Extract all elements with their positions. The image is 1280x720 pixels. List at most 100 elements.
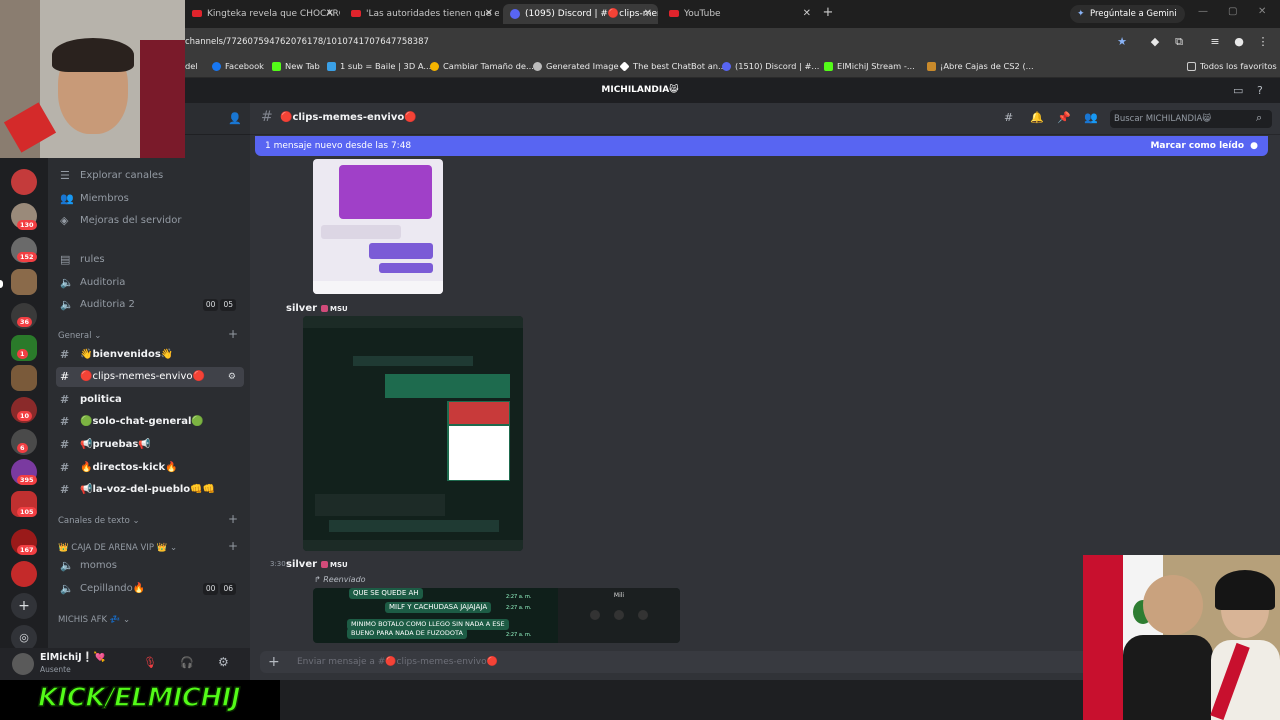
headphones-icon[interactable]: 🎧 [180,656,194,669]
bookmark[interactable]: (1510) Discord | #... [722,61,819,71]
voice-channel-auditoria[interactable]: 🔈 Auditoria [56,273,244,293]
channel-directos-kick[interactable]: # 🔥directos-kick🔥 [56,458,244,478]
unread-badge: 10 [17,411,33,421]
attach-plus-icon[interactable]: + [268,651,280,673]
voice-channel-momos[interactable]: 🔈 momos [56,556,244,576]
puzzle-icon[interactable]: ⧉ [1172,35,1186,49]
boost-icon: ◈ [60,214,69,227]
unread-badge: 395 [17,475,37,485]
search-input[interactable]: Buscar MICHILANDIA😸 [1110,110,1272,128]
message-image[interactable] [313,159,443,294]
close-tab-icon[interactable]: ✕ [485,4,493,24]
close-tab-icon[interactable]: ✕ [326,4,334,24]
url-field[interactable]: channels/772607594762076178/101074170764… [185,37,429,47]
notification-bell-icon[interactable]: 🔔 [1030,111,1044,124]
maximize-icon[interactable]: ▢ [1228,6,1237,17]
server-rail: 130 152 36 1 10 6 395 105 167 + ◎ [0,103,48,651]
category-text-channels[interactable]: Canales de texto ⌄ [58,516,140,526]
menu-icon[interactable]: ⋮ [1256,35,1270,49]
channel-politica[interactable]: # politica [56,390,244,410]
bubble-time: 2:27 a. m. [506,594,532,600]
threads-icon[interactable]: # [1004,111,1013,124]
gemini-button[interactable]: Pregúntale a Gemini [1070,5,1185,23]
bookmark-star-icon[interactable]: ★ [1115,35,1129,49]
channel-rules[interactable]: ▤ rules [56,250,244,270]
bookmark[interactable]: ElMichiJ Stream -... [824,61,915,71]
browser-tab[interactable]: YouTube ✕ [662,4,817,24]
bookmark[interactable]: ¡Abre Cajas de CS2 (... [927,61,1034,71]
chatgpt-icon [619,61,630,72]
channel-clips-memes-envivo[interactable]: # 🔴clips-memes-envivo🔴 ⚙ [56,367,244,387]
new-tab-button[interactable]: + [820,5,836,21]
invite-people-icon[interactable]: 👤 [228,112,242,125]
bookmark[interactable]: Facebook [212,61,264,71]
person-face [1143,575,1203,635]
create-channel-icon[interactable]: + [228,512,238,526]
close-tab-icon[interactable]: ✕ [803,4,811,24]
minimize-icon[interactable]: — [1198,6,1208,17]
mark-read-icon: ● [1250,141,1258,151]
category-general[interactable]: General ⌄ [58,331,101,341]
extension-icon[interactable]: ◆ [1148,35,1162,49]
channel-bienvenidos[interactable]: # 👋bienvenidos👋 [56,345,244,365]
mic-muted-icon[interactable]: 🎙 [143,656,157,669]
share-icon [638,610,648,620]
close-tab-icon[interactable]: ✕ [644,4,652,24]
hash-icon: # [60,461,70,474]
discord-title-bar: MICHILANDIA😸 ▭ ? [0,79,1280,103]
create-channel-icon[interactable]: + [228,539,238,553]
user-settings-icon[interactable]: ⚙ [218,655,229,669]
create-channel-icon[interactable]: + [228,327,238,341]
voice-channel-cepillando[interactable]: 🔈 Cepillando🔥 00 06 [56,579,244,599]
browser-tab[interactable]: 'Las autoridades tienen que est ✕ [344,4,499,24]
server-icon[interactable] [11,269,37,295]
category-michis-afk[interactable]: MICHIS AFK 💤 ⌄ [58,615,130,625]
server-icon[interactable] [11,365,37,391]
bookmark[interactable]: New Tab [272,61,320,71]
all-bookmarks[interactable]: Todos los favoritos [1187,61,1277,71]
members[interactable]: 👥 Miembros [56,189,244,209]
image-content [303,540,523,551]
channel-pruebas[interactable]: # 📢pruebas📢 [56,435,244,455]
browser-tab-active[interactable]: (1095) Discord | #🔴clips-meme ✕ [503,4,658,24]
message-author[interactable]: silver MSU [286,303,348,314]
screen: Kingteka revela que CHOCARO ✕ 'Las autori… [0,0,1280,720]
channel-header: # 🔴clips-memes-envivo🔴 # 🔔 📌 👥 Buscar MI… [250,103,1280,135]
hash-icon: # [60,483,70,496]
server-icon[interactable] [11,561,37,587]
help-icon[interactable]: ? [1257,84,1263,97]
mark-as-read-button[interactable]: Marcar como leído [1150,136,1244,156]
voice-channel-auditoria-2[interactable]: 🔈 Auditoria 2 00 05 [56,295,244,315]
bubble-time: 2:27 a. m. [506,632,532,638]
server-boosts[interactable]: ◈ Mejoras del servidor [56,211,244,231]
person-hair [1215,570,1275,610]
channel-settings-icon[interactable]: ⚙ [228,367,236,387]
bookmark[interactable]: Generated Image [533,61,619,71]
channel-la-voz-del-pueblo[interactable]: # 📢la-voz-del-pueblo👊👊 [56,480,244,500]
tab-search-icon[interactable]: ≡ [1208,35,1222,49]
close-window-icon[interactable]: ✕ [1258,6,1266,17]
members-icon: 👥 [60,192,74,205]
bookmark[interactable]: Cambiar Tamaño de... [430,61,534,71]
category-caja-de-arena-vip[interactable]: 👑 CAJA DE ARENA VIP 👑 ⌄ [58,543,177,553]
message-author[interactable]: silver MSU [286,559,348,570]
member-list-icon[interactable]: 👥 [1084,111,1098,124]
pin-icon[interactable]: 📌 [1057,111,1071,124]
profile-avatar[interactable]: ● [1232,35,1246,49]
bookmark-icon [927,62,936,71]
message-image[interactable] [303,316,523,551]
message-input[interactable]: + Enviar mensaje a #🔴clips-memes-envivo🔴 [260,651,1090,673]
explore-channels[interactable]: ☰ Explorar canales [56,166,244,186]
forwarded-image[interactable]: QUE SE QUEDE AH MILF Y CACHUDASA JAJAJAJ… [313,588,680,643]
new-messages-bar[interactable]: 1 mensaje nuevo desde las 7:48 Marcar co… [255,136,1268,156]
bookmark[interactable]: 1 sub = Baile | 3D A... [327,61,431,71]
channel-solo-chat-general[interactable]: # 🟢solo-chat-general🟢 [56,412,244,432]
avatar[interactable] [12,653,34,675]
voice-user-counts: 00 05 [201,295,236,315]
bookmark[interactable]: The best ChatBot an... [619,61,726,72]
inbox-icon[interactable]: ▭ [1233,84,1243,97]
add-server-icon[interactable]: + [11,593,37,619]
channel-sidebar: 👤 ☰ Explorar canales 👥 Miembros ◈ Mejoras d… [48,103,250,648]
server-icon[interactable] [11,169,37,195]
browser-tab[interactable]: Kingteka revela que CHOCARO ✕ [185,4,340,24]
